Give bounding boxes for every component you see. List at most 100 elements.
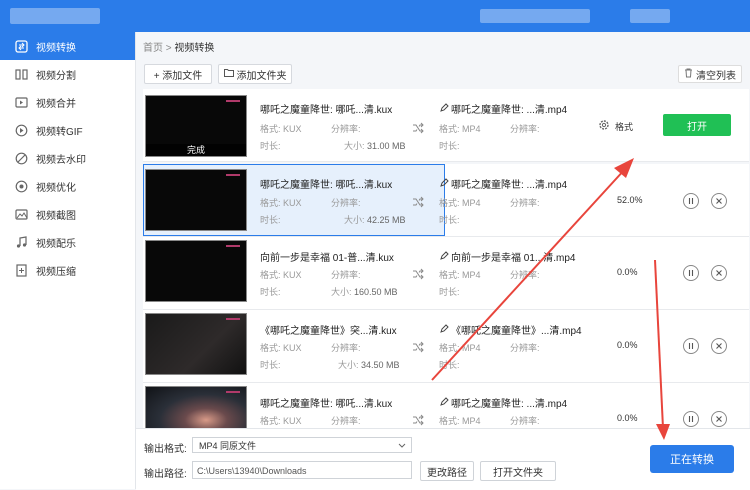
source-format: KUX (283, 124, 302, 134)
format-setting-label[interactable]: 格式 (615, 120, 633, 133)
pause-icon (688, 416, 694, 422)
breadcrumb-separator: > (165, 43, 172, 54)
list-item[interactable]: 向前一步是幸福 01-普...清.kux 格式: KUX 分辨率: 时长: 大小… (143, 237, 749, 310)
output-path-label: 输出路径: (144, 469, 187, 480)
screenshot-icon (14, 207, 28, 221)
clear-list-button[interactable]: 清空列表 (678, 65, 742, 83)
shuffle-icon (413, 414, 424, 426)
output-format-value: MP4 同原文件 (199, 441, 257, 451)
done-label: 完成 (146, 144, 246, 156)
add-file-button[interactable]: + 添加文件 (144, 64, 212, 84)
sidebar-item-optimize[interactable]: 视频优化 (0, 172, 135, 200)
add-file-label: + 添加文件 (153, 70, 203, 82)
resolution-label: 分辨率: (331, 416, 361, 426)
close-icon (716, 198, 722, 204)
pause-icon (688, 198, 694, 204)
output-format: MP4 (462, 124, 481, 134)
sidebar-item-compress[interactable]: 视频压缩 (0, 256, 135, 284)
output-path-field[interactable]: C:\Users\13940\Downloads (192, 461, 412, 479)
file-list: 完成 哪吒之魔童降世: 哪吒...清.kux 格式: KUX 分辨率: 时长: … (143, 89, 749, 428)
sidebar-item-split[interactable]: 视频分割 (0, 60, 135, 88)
open-button-label: 打开 (687, 121, 707, 133)
format-label: 格式: (439, 198, 460, 208)
output-path-value: C:\Users\13940\Downloads (197, 466, 307, 476)
open-folder-button[interactable]: 打开文件夹 (480, 461, 556, 481)
output-format: MP4 (462, 270, 481, 280)
source-filename: 哪吒之魔童降世: 哪吒...清.kux (260, 105, 393, 116)
pause-button[interactable] (683, 338, 699, 354)
sidebar-item-label: 视频去水印 (36, 154, 86, 166)
output-filename: 向前一步是幸福 01...清.mp4 (451, 253, 576, 264)
format-label: 格式: (260, 270, 281, 280)
source-filename: 向前一步是幸福 01-普...清.kux (260, 253, 394, 264)
list-item[interactable]: 《哪吒之魔童降世》突...清.kux 格式: KUX 分辨率: 时长: 大小: … (143, 310, 749, 383)
sidebar-item-gif[interactable]: 视频转GIF (0, 116, 135, 144)
resolution-label: 分辨率: (510, 416, 540, 426)
pause-button[interactable] (683, 193, 699, 209)
remove-button[interactable] (711, 338, 727, 354)
output-format: MP4 (462, 343, 481, 353)
pause-icon (688, 343, 694, 349)
source-format: KUX (283, 343, 302, 353)
edit-icon[interactable] (439, 251, 449, 261)
pause-button[interactable] (683, 265, 699, 281)
breadcrumb-home[interactable]: 首页 (143, 43, 163, 54)
list-item[interactable]: 完成 哪吒之魔童降世: 哪吒...清.kux 格式: KUX 分辨率: 时长: … (143, 89, 749, 162)
sidebar-item-music[interactable]: 视频配乐 (0, 228, 135, 256)
pause-button[interactable] (683, 411, 699, 427)
sidebar-item-convert[interactable]: 视频转换 (0, 32, 135, 60)
converting-button-label: 正在转换 (670, 454, 714, 466)
output-filename: 哪吒之魔童降世: ...清.mp4 (451, 105, 568, 116)
convert-icon (14, 39, 28, 53)
progress-percent: 0.0% (617, 267, 638, 277)
video-thumbnail (145, 313, 247, 375)
shuffle-icon (413, 341, 424, 353)
watermark-icon (14, 151, 28, 165)
edit-icon[interactable] (439, 324, 449, 334)
converting-button[interactable]: 正在转换 (650, 445, 734, 473)
output-format-select[interactable]: MP4 同原文件 (192, 437, 412, 453)
file-size: 34.50 MB (361, 360, 400, 370)
bottom-bar: 输出格式: MP4 同原文件 输出路径: C:\Users\13940\Down… (136, 428, 750, 490)
duration-label: 时长: (439, 215, 460, 225)
sidebar-item-label: 视频转GIF (36, 126, 83, 138)
format-label: 格式: (439, 270, 460, 280)
progress-percent: 0.0% (617, 340, 638, 350)
remove-button[interactable] (711, 193, 727, 209)
resolution-label: 分辨率: (510, 124, 540, 134)
breadcrumb: 首页 > 视频转换 (143, 39, 214, 54)
list-item[interactable]: 哪吒之魔童降世: 哪吒...清.kux 格式: KUX 分辨率: 时长: 大小:… (143, 164, 749, 237)
sidebar-item-screenshot[interactable]: 视频截图 (0, 200, 135, 228)
pause-icon (688, 270, 694, 276)
resolution-label: 分辨率: (331, 198, 361, 208)
change-path-button[interactable]: 更改路径 (420, 461, 474, 481)
shuffle-icon (413, 196, 424, 208)
close-icon (716, 270, 722, 276)
sidebar-item-label: 视频转换 (36, 42, 76, 54)
duration-label: 时长: (439, 287, 460, 297)
output-filename: 哪吒之魔童降世: ...清.mp4 (451, 399, 568, 410)
list-item[interactable]: 哪吒之魔童降世: 哪吒...清.kux 格式: KUX 分辨率: 哪吒之魔童降世… (143, 383, 749, 428)
sidebar-item-merge[interactable]: 视频合并 (0, 88, 135, 116)
open-button[interactable]: 打开 (663, 114, 731, 136)
video-thumbnail (145, 240, 247, 302)
resolution-label: 分辨率: (510, 343, 540, 353)
close-icon (716, 416, 722, 422)
edit-icon[interactable] (439, 397, 449, 407)
remove-button[interactable] (711, 265, 727, 281)
output-filename: 《哪吒之魔童降世》...清.mp4 (451, 326, 582, 337)
sidebar-item-label: 视频配乐 (36, 238, 76, 250)
remove-button[interactable] (711, 411, 727, 427)
source-filename: 哪吒之魔童降世: 哪吒...清.kux (260, 399, 393, 410)
size-label: 大小: (344, 215, 365, 225)
duration-label: 时长: (439, 141, 460, 151)
gear-icon[interactable] (598, 119, 610, 131)
file-size: 160.50 MB (354, 287, 398, 297)
format-label: 格式: (260, 198, 281, 208)
breadcrumb-current: 视频转换 (174, 43, 215, 54)
edit-icon[interactable] (439, 103, 449, 113)
source-format: KUX (283, 198, 302, 208)
edit-icon[interactable] (439, 178, 449, 188)
sidebar-item-watermark[interactable]: 视频去水印 (0, 144, 135, 172)
add-folder-button[interactable]: 添加文件夹 (218, 64, 292, 84)
